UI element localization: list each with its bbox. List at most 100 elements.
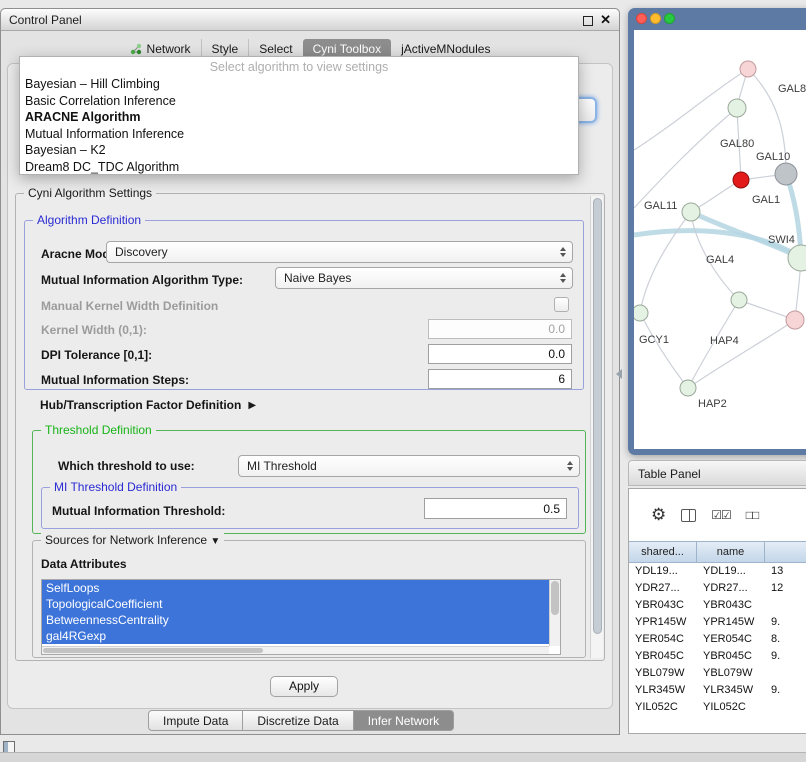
table-panel-titlebar[interactable]: Table Panel xyxy=(628,460,806,486)
table-row[interactable]: YDL19...YDL19...13 xyxy=(629,563,806,580)
mi-steps-input[interactable]: 6 xyxy=(428,369,572,389)
node-label: HAP2 xyxy=(698,398,727,410)
collapse-down-icon[interactable]: ▼ xyxy=(210,536,220,547)
algorithm-option[interactable]: Mutual Information Inference xyxy=(20,126,578,143)
table-row[interactable]: YER054CYER054C8. xyxy=(629,631,806,648)
mi-type-select[interactable]: Naive Bayes xyxy=(275,267,573,289)
tab-infer-network[interactable]: Infer Network xyxy=(354,710,454,731)
deselect-all-columns-icon[interactable]: □□ xyxy=(746,508,759,522)
mi-type-label: Mutual Information Algorithm Type: xyxy=(41,273,243,287)
network-edge[interactable] xyxy=(688,320,795,388)
collapse-right-icon[interactable]: ▶ xyxy=(248,400,256,411)
algorithm-option[interactable]: Bayesian – Hill Climbing xyxy=(20,76,578,93)
list-horizontal-scrollbar[interactable] xyxy=(42,646,549,654)
table-cell: YBR045C xyxy=(697,648,765,665)
network-node[interactable] xyxy=(728,99,746,117)
column-header[interactable]: shared... xyxy=(629,542,697,562)
select-all-columns-icon[interactable]: ☑☑ xyxy=(711,508,731,522)
algorithm-definition-group: Algorithm Definition Aracne Mode: Discov… xyxy=(24,220,584,390)
table-row[interactable]: YLR345WYLR345W9. xyxy=(629,682,806,699)
kernel-width-input[interactable]: 0.0 xyxy=(428,319,572,339)
table-row[interactable]: YBR043CYBR043C xyxy=(629,597,806,614)
float-window-icon[interactable] xyxy=(583,16,593,26)
table-cell: 8. xyxy=(765,631,806,648)
group-title: Algorithm Definition xyxy=(33,213,145,227)
algorithm-option[interactable]: ARACNE Algorithm xyxy=(20,109,578,126)
popup-placeholder[interactable]: Select algorithm to view settings xyxy=(20,59,578,76)
mi-threshold-input[interactable]: 0.5 xyxy=(424,498,567,519)
apply-button[interactable]: Apply xyxy=(270,676,338,697)
algorithm-option[interactable]: Basic Correlation Inference xyxy=(20,93,578,110)
attribute-item[interactable]: BetweennessCentrality xyxy=(42,612,560,628)
attribute-item[interactable]: SelfLoops xyxy=(42,580,560,596)
attribute-item[interactable]: gal4RGexp xyxy=(42,628,560,644)
control-panel-window: Control Panel ✕ Network Style Select Cyn… xyxy=(0,8,620,735)
table-header-row: shared...name xyxy=(629,541,806,563)
table-cell: YIL052C xyxy=(697,699,765,716)
control-panel-titlebar[interactable]: Control Panel ✕ xyxy=(1,9,619,31)
network-canvas[interactable]: GAL8GAL80GAL10GAL11GAL1SWI4GAL4GCY1HAP4H… xyxy=(634,30,806,449)
network-node[interactable] xyxy=(740,61,756,77)
aracne-mode-select[interactable]: Discovery xyxy=(106,241,573,263)
network-edge[interactable] xyxy=(640,212,691,313)
dpi-tolerance-input[interactable]: 0.0 xyxy=(428,344,572,364)
column-header[interactable]: name xyxy=(697,542,765,562)
gear-icon[interactable]: ⚙ xyxy=(651,505,666,525)
table-cell: 9. xyxy=(765,614,806,631)
cyni-algorithm-settings-group: Cyni Algorithm Settings Algorithm Defini… xyxy=(15,193,605,661)
splitter-handle[interactable] xyxy=(616,369,622,379)
scrollbar-thumb[interactable] xyxy=(593,198,602,634)
network-edge[interactable] xyxy=(640,313,688,388)
algorithm-option[interactable]: Bayesian – K2 xyxy=(20,142,578,159)
tab-impute-data[interactable]: Impute Data xyxy=(148,710,243,731)
group-title: Threshold Definition xyxy=(41,423,156,437)
zoom-traffic-light-icon[interactable] xyxy=(664,13,675,24)
network-node[interactable] xyxy=(680,380,696,396)
group-title: MI Threshold Definition xyxy=(50,480,181,494)
minimize-traffic-light-icon[interactable] xyxy=(650,13,661,24)
combo-arrows-icon xyxy=(567,456,573,476)
table-cell: YER054C xyxy=(629,631,697,648)
table-body: YDL19...YDL19...13YDR27...YDR27...12YBR0… xyxy=(629,563,806,733)
which-threshold-select[interactable]: MI Threshold xyxy=(238,455,580,477)
algorithm-option[interactable]: Dream8 DC_TDC Algorithm xyxy=(20,159,578,176)
table-cell: YBL079W xyxy=(697,665,765,682)
window-title: Control Panel xyxy=(9,13,82,27)
table-cell: YBR043C xyxy=(629,597,697,614)
settings-scrollbar[interactable] xyxy=(590,196,603,658)
sources-group: Sources for Network Inference ▼ Data Att… xyxy=(32,540,586,658)
network-node[interactable] xyxy=(731,292,747,308)
bottom-tab-bar: Impute Data Discretize Data Infer Networ… xyxy=(148,710,454,731)
node-label: GCY1 xyxy=(639,334,669,346)
table-row[interactable]: YIL052CYIL052C xyxy=(629,699,806,716)
network-node[interactable] xyxy=(788,245,806,271)
table-cell: YPR145W xyxy=(697,614,765,631)
table-cell: YDL19... xyxy=(697,563,765,580)
node-label: GAL8 xyxy=(778,83,806,95)
table-cell: YLR345W xyxy=(697,682,765,699)
table-row[interactable]: YPR145WYPR145W9. xyxy=(629,614,806,631)
hub-tf-section-toggle[interactable]: Hub/Transcription Factor Definition ▶ xyxy=(40,398,256,412)
table-row[interactable]: YDR27...YDR27...12 xyxy=(629,580,806,597)
table-cell: YIL052C xyxy=(629,699,697,716)
attribute-item[interactable]: TopologicalCoefficient xyxy=(42,596,560,612)
table-row[interactable]: YBR045CYBR045C9. xyxy=(629,648,806,665)
close-icon[interactable]: ✕ xyxy=(600,11,611,29)
tab-discretize-data[interactable]: Discretize Data xyxy=(243,710,353,731)
popup-options: Bayesian – Hill ClimbingBasic Correlatio… xyxy=(20,76,578,175)
sources-group-title[interactable]: Sources for Network Inference ▼ xyxy=(41,533,224,547)
network-node[interactable] xyxy=(733,172,749,188)
columns-icon[interactable] xyxy=(681,509,696,522)
list-vertical-scrollbar[interactable] xyxy=(549,580,560,646)
close-traffic-light-icon[interactable] xyxy=(636,13,647,24)
network-node[interactable] xyxy=(786,311,804,329)
network-node[interactable] xyxy=(634,305,648,321)
network-node[interactable] xyxy=(682,203,700,221)
manual-kernel-checkbox[interactable] xyxy=(554,297,569,312)
table-cell: YER054C xyxy=(697,631,765,648)
data-attributes-list[interactable]: SelfLoopsTopologicalCoefficientBetweenne… xyxy=(41,579,561,655)
network-node[interactable] xyxy=(775,163,797,185)
table-row[interactable]: YBL079WYBL079W xyxy=(629,665,806,682)
column-header[interactable] xyxy=(765,542,806,562)
tab-label: Style xyxy=(212,42,239,56)
